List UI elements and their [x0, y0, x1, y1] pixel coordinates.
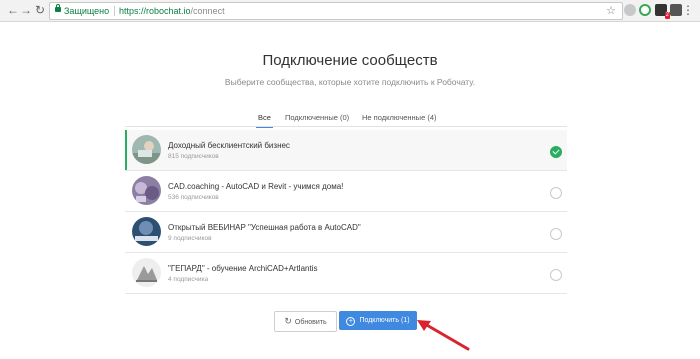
browser-toolbar: ← → ↻ Защищено https://robochat.io/conne…: [0, 0, 700, 22]
refresh-button-label: Обновить: [294, 319, 327, 326]
community-item[interactable]: CAD.coaching - AutoCAD и Revit - учимся …: [125, 171, 567, 212]
unselected-check-icon[interactable]: [550, 187, 562, 199]
browser-menu-icon[interactable]: ⋮: [682, 3, 694, 17]
tab-connected[interactable]: Подключенные (0): [285, 113, 349, 122]
back-icon[interactable]: ←: [6, 3, 20, 17]
community-list: Доходный бесклиентский бизнес 815 подпис…: [125, 130, 567, 294]
community-item[interactable]: "ГЕПАРД" - обучение ArchiCAD+Artlantis 4…: [125, 253, 567, 294]
lock-icon: [55, 4, 61, 12]
tab-not-connected[interactable]: Не подключенные (4): [362, 113, 437, 122]
tabs-divider: [125, 126, 567, 127]
secure-label: Защищено: [64, 6, 110, 16]
extension-square-icon[interactable]: [670, 4, 682, 16]
url-text: https://robochat.io/connect: [119, 3, 225, 19]
community-avatar: [132, 135, 161, 164]
filter-tabs: Все Подключенные (0) Не подключенные (4): [0, 113, 700, 128]
extension-gray-icon[interactable]: [624, 4, 636, 16]
refresh-icon: ↻: [284, 316, 292, 326]
plus-circle-icon: +: [346, 317, 356, 326]
reload-icon[interactable]: ↻: [33, 3, 47, 17]
address-bar[interactable]: Защищено https://robochat.io/connect ☆: [49, 2, 623, 20]
community-item[interactable]: Открытый ВЕБИНАР "Успешная работа в Auto…: [125, 212, 567, 253]
community-avatar: [132, 217, 161, 246]
community-name: "ГЕПАРД" - обучение ArchiCAD+Artlantis: [168, 264, 318, 273]
extension-green-icon[interactable]: [639, 4, 651, 16]
annotation-arrow-icon: [417, 320, 470, 351]
refresh-button[interactable]: ↻ Обновить: [274, 311, 337, 332]
url-path: /connect: [190, 6, 225, 16]
unselected-check-icon[interactable]: [550, 228, 562, 240]
community-subscribers: 536 подписчиков: [168, 194, 219, 201]
bookmark-star-icon[interactable]: ☆: [606, 3, 616, 19]
connect-button[interactable]: + Подключить (1): [339, 311, 417, 330]
unselected-check-icon[interactable]: [550, 269, 562, 281]
page-title: Подключение сообществ: [262, 52, 438, 69]
community-name: Открытый ВЕБИНАР "Успешная работа в Auto…: [168, 223, 361, 232]
community-item[interactable]: Доходный бесклиентский бизнес 815 подпис…: [125, 130, 567, 171]
community-name: CAD.coaching - AutoCAD и Revit - учимся …: [168, 182, 344, 191]
url-separator: [114, 6, 115, 16]
page-subtitle: Выберите сообщества, которые хотите подк…: [224, 77, 476, 87]
community-avatar: [132, 258, 161, 287]
community-avatar: [132, 176, 161, 205]
connect-button-label: Подключить (1): [359, 317, 410, 324]
extension-dark-icon[interactable]: 2: [655, 4, 670, 19]
url-host: https://robochat.io: [119, 6, 191, 16]
selected-check-icon[interactable]: [550, 146, 562, 158]
community-subscribers: 815 подписчиков: [168, 153, 219, 160]
community-subscribers: 9 подписчиков: [168, 235, 212, 242]
community-subscribers: 4 подписчика: [168, 276, 209, 283]
tab-all[interactable]: Все: [256, 113, 273, 128]
forward-icon[interactable]: →: [19, 3, 33, 17]
community-name: Доходный бесклиентский бизнес: [168, 141, 290, 150]
